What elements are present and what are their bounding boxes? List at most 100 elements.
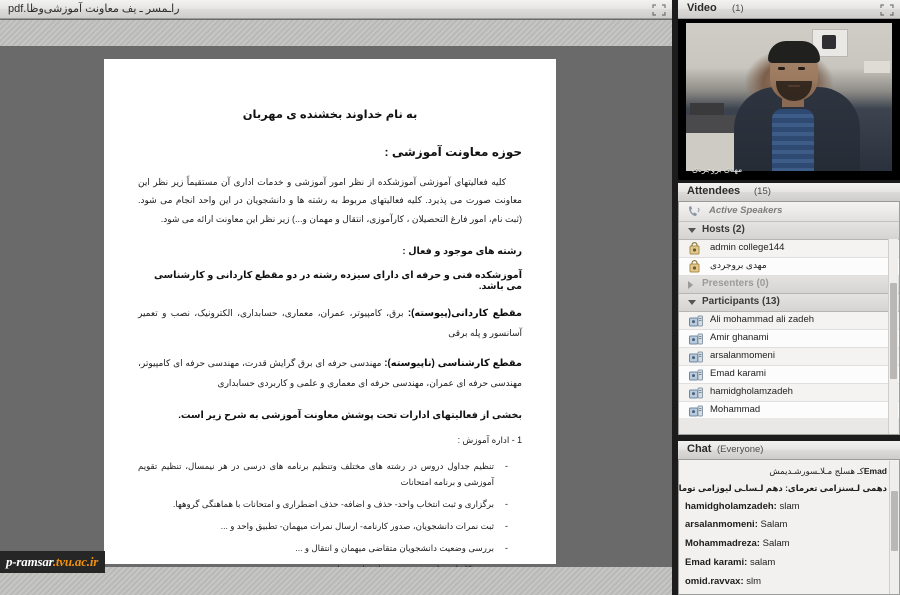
chat-scope: (Everyone) (717, 444, 764, 455)
table-row[interactable]: Emad karami (679, 366, 899, 384)
group-label: Participants (13) (702, 296, 780, 307)
chat-sender: omid.ravvax: (685, 575, 744, 587)
chat-text: Salam (762, 538, 790, 550)
attendees-count: (15) (754, 186, 771, 197)
person-mouth (788, 85, 800, 87)
list-item: برگزاری و ثبت انتخاب واحد- حذف و اضافه- … (138, 496, 510, 513)
chat-message: arsalanmomeni: Salam (685, 518, 887, 532)
attendees-list[interactable]: Active Speakers Hosts (2) admin college1… (678, 202, 900, 435)
chat-message: hamidgholamzadeh: slam (685, 500, 887, 514)
doc-karshenasi-label: مقطع کارشناسی (ناپیوسته): (384, 357, 522, 369)
chat-message: omid.ravvax: slm (685, 575, 887, 589)
attendee-name: Amir ghanami (710, 332, 769, 343)
participant-icon (689, 368, 703, 381)
right-rail: Video (1) مهدی بروجردی Attendees (15) Ac… (672, 0, 900, 595)
attendee-name: مهدی بروجردی (710, 260, 767, 270)
table-row[interactable]: hamidgholamzadeh (679, 384, 899, 402)
participant-icon (689, 332, 703, 345)
attendee-name: Emad karami (710, 368, 766, 379)
attendees-scrollbar-thumb[interactable] (890, 283, 897, 379)
table-row[interactable]: مهدی بروجردی (679, 258, 899, 276)
person-shirt (772, 109, 814, 171)
speaker-phone-icon (687, 205, 703, 218)
group-header-presenters[interactable]: Presenters (0) (679, 276, 899, 294)
share-pod-title: راـمسر ـ یف معاونت آموزشی‌وظا.pdf (8, 3, 180, 15)
person-hair (768, 41, 820, 63)
watermark-domain: .tvu.ac.ir (52, 554, 99, 569)
active-speakers-label: Active Speakers (709, 205, 783, 216)
active-speakers-row[interactable]: Active Speakers (679, 202, 899, 222)
doc-heading-2: رشته های موجود و فعال : (402, 246, 522, 258)
share-pod: راـمسر ـ یف معاونت آموزشی‌وظا.pdf به نام… (0, 0, 672, 595)
video-pod: Video (1) مهدی بروجردی (678, 0, 900, 180)
webcam-feed (686, 23, 892, 171)
attendees-pod-header: Attendees (15) (678, 183, 900, 202)
doc-heading-1: حوزه معاونت آموزشی : (384, 145, 522, 159)
chat-pod: Chat (Everyone) Emadکـ هسلج مـلاـسورشـدی… (678, 441, 900, 595)
attendee-name: arsalanmomeni (710, 350, 775, 361)
chat-sender: Emad karami: (685, 556, 748, 568)
chat-text: کـ هسلج مـلاـسورشـدیمش (769, 466, 864, 476)
participant-icon (689, 404, 703, 417)
attendee-name: Mohammad (710, 404, 761, 415)
chat-sender: Mohammadreza: (685, 538, 760, 550)
person-eye-left (778, 67, 785, 70)
chat-scrollbar[interactable] (889, 461, 899, 594)
watermark-primary: p-ramsar (6, 554, 53, 569)
doc-bold-line: آموزشکده فنی و حرفه ای دارای سیزده رشته … (153, 270, 522, 293)
chat-text: دهمی لـسنزامی تعرمای: دهم لـساـی لیوزامی… (678, 483, 887, 494)
chat-message: Mohammadreza: Salam (685, 537, 887, 551)
list-item: ثبت نمرات دانشجویان، صدور کارنامه- ارسال… (138, 518, 510, 535)
table-row[interactable]: admin college144 (679, 240, 899, 258)
doc-kardani-line: مقطع کاردانی(پیوسته): برق، کامپیوتر، عمر… (138, 304, 522, 342)
share-pod-titlebar: راـمسر ـ یف معاونت آموزشی‌وظا.pdf (0, 0, 672, 19)
expand-icon[interactable] (652, 4, 666, 16)
table-row[interactable]: Amir ghanami (679, 330, 899, 348)
video-pod-title: Video (687, 2, 717, 14)
doc-section-1: 1 - اداره آموزش : (457, 434, 522, 445)
table-row[interactable]: Ali mohammad ali zadeh (679, 312, 899, 330)
attendees-pod: Attendees (15) Active Speakers Hosts (2)… (678, 183, 900, 435)
table-row[interactable]: Mohammad (679, 402, 899, 418)
doc-kardani-label: مقطع کاردانی(پیوسته): (407, 308, 522, 320)
chat-pod-header: Chat (Everyone) (678, 441, 900, 460)
list-item: صدور کارنامه ها و وضعیت تحصیلی دانشجویان… (138, 561, 510, 567)
chat-message: Emadکـ هسلج مـلاـسورشـدیمش (685, 465, 887, 477)
participant-icon (689, 314, 703, 327)
attendees-scroll-area[interactable]: Hosts (2) admin college144 مهدی بروجردی … (679, 222, 899, 418)
video-pod-header: Video (1) (678, 0, 900, 19)
pdf-page: به نام خداوند بخشنده ی مهربان حوزه معاون… (104, 59, 556, 567)
document-viewport[interactable]: به نام خداوند بخشنده ی مهربان حوزه معاون… (0, 46, 672, 567)
doc-bismillah: به نام خداوند بخشنده ی مهربان (242, 109, 418, 121)
chevron-down-icon (688, 228, 696, 233)
chat-text: salam (749, 556, 776, 568)
chevron-down-icon (688, 300, 696, 305)
person-eye-right (798, 67, 805, 70)
host-icon (689, 242, 703, 255)
chat-pod-title: Chat (687, 443, 712, 455)
expand-icon[interactable] (880, 4, 894, 16)
attendee-name: admin college144 (710, 242, 785, 253)
attendees-pod-title: Attendees (687, 185, 741, 197)
participant-icon (689, 386, 703, 399)
doc-heading-3: بخشی از فعالیتهای ادارات تحت پوشش معاونت… (178, 409, 522, 421)
chat-message-list[interactable]: Emadکـ هسلج مـلاـسورشـدیمش دهمی لـسنزامی… (678, 460, 900, 595)
chat-message: دهمی لـسنزامی تعرمای: دهم لـساـی لیوزامی… (679, 482, 887, 494)
participant-icon (689, 350, 703, 363)
list-item: بررسی وضعیت دانشجویان متقاضی میهمان و ان… (138, 540, 510, 557)
chat-scrollbar-thumb[interactable] (891, 491, 898, 551)
chat-text: Salam (760, 519, 788, 531)
chat-sender: Emad (863, 466, 887, 476)
chat-sender: hamidgholamzadeh: (685, 500, 777, 512)
doc-karshenasi-line: مقطع کارشناسی (ناپیوسته): مهندسی حرفه ای… (138, 354, 522, 392)
table-row[interactable]: arsalanmomeni (679, 348, 899, 366)
group-label: Presenters (0) (702, 278, 769, 289)
group-header-participants[interactable]: Participants (13) (679, 294, 899, 312)
chat-text: slm (746, 575, 762, 587)
video-pod-count: (1) (732, 3, 744, 14)
group-header-hosts[interactable]: Hosts (2) (679, 222, 899, 240)
chat-text: slam (779, 500, 800, 512)
attendees-scrollbar[interactable] (888, 239, 898, 434)
chat-sender: arsalanmomeni: (685, 519, 758, 531)
video-stage[interactable]: مهدی بروجردی (678, 19, 900, 180)
